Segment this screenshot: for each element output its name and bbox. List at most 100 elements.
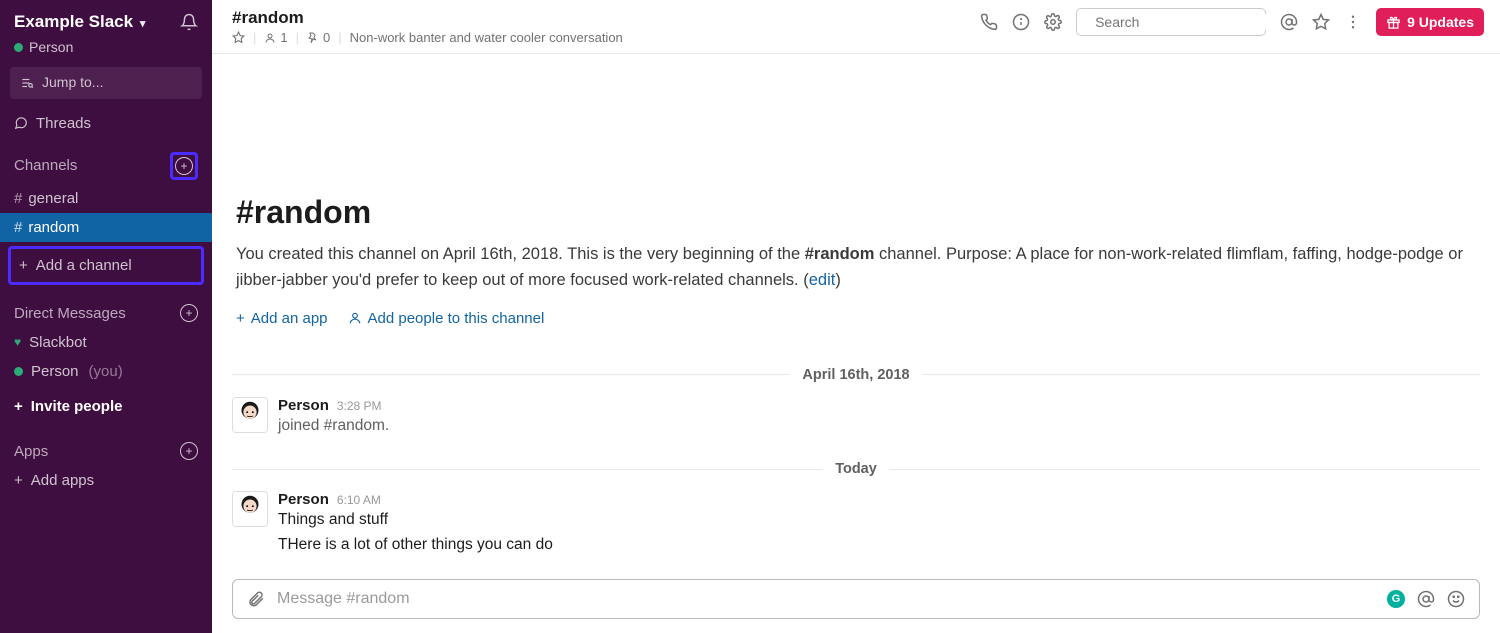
- updates-label: 9 Updates: [1407, 14, 1474, 30]
- add-channel-label: Add a channel: [36, 255, 132, 276]
- bell-icon[interactable]: [180, 13, 198, 31]
- separator: |: [296, 30, 299, 45]
- messages-container[interactable]: #random You created this channel on Apri…: [212, 54, 1500, 579]
- add-app-link[interactable]: + Add an app: [236, 310, 328, 327]
- search-input[interactable]: [1095, 14, 1276, 30]
- emoji-icon[interactable]: [1447, 590, 1465, 608]
- plus-icon: +: [19, 255, 28, 276]
- channel-name: random: [28, 217, 79, 238]
- composer-wrap: G: [212, 579, 1500, 633]
- channel-meta: | 1 | 0 | Non-work banter and water cool…: [232, 30, 623, 45]
- intro-text-prefix: You created this channel on April 16th, …: [236, 245, 805, 263]
- attachment-icon[interactable]: [247, 590, 265, 608]
- pin-count[interactable]: 0: [307, 30, 330, 45]
- intro-text: You created this channel on April 16th, …: [236, 241, 1476, 294]
- person-icon: [264, 32, 276, 44]
- separator: |: [338, 30, 341, 45]
- threads-row[interactable]: Threads: [0, 109, 212, 138]
- message-text: Things and stuff: [278, 508, 1480, 531]
- message-text: joined #random.: [278, 414, 1480, 437]
- workspace-name-text: Example Slack: [14, 12, 133, 31]
- dm-you-suffix: (you): [89, 361, 123, 382]
- message-row[interactable]: Person 6:10 AM Things and stuff THere is…: [212, 485, 1500, 563]
- sidebar-channel-random[interactable]: # random: [0, 213, 212, 242]
- search-box[interactable]: [1076, 8, 1266, 36]
- jump-to-input[interactable]: Jump to...: [10, 67, 202, 99]
- channel-title[interactable]: #random: [232, 8, 623, 28]
- presence-dot-icon: [14, 43, 23, 52]
- day-divider-label: Today: [835, 461, 877, 477]
- chevron-down-icon: ▾: [140, 18, 146, 30]
- add-channel-plus-icon[interactable]: +: [175, 157, 193, 175]
- add-app-plus-icon[interactable]: +: [180, 442, 198, 460]
- channels-header-label[interactable]: Channels: [14, 155, 77, 176]
- avatar[interactable]: [232, 397, 268, 433]
- pin-count-value: 0: [323, 30, 330, 45]
- plus-icon: +: [236, 310, 245, 327]
- plus-icon: +: [14, 396, 23, 417]
- workspace-user[interactable]: Person: [0, 38, 212, 68]
- avatar[interactable]: [232, 491, 268, 527]
- message-row[interactable]: Person 3:28 PM joined #random.: [212, 391, 1500, 443]
- dm-slackbot[interactable]: ♥ Slackbot: [0, 328, 212, 357]
- plus-icon: +: [14, 470, 23, 491]
- workspace-name[interactable]: Example Slack ▾: [14, 10, 145, 34]
- presence-dot-icon: [14, 367, 23, 376]
- invite-people-row[interactable]: + Invite people: [0, 386, 212, 427]
- hash-icon: #: [14, 188, 22, 209]
- phone-icon[interactable]: [980, 13, 998, 31]
- jump-icon: [20, 76, 34, 90]
- gear-icon[interactable]: [1044, 13, 1062, 31]
- apps-section-header: Apps +: [0, 427, 212, 466]
- avatar-icon: [233, 492, 267, 526]
- channel-topic[interactable]: Non-work banter and water cooler convers…: [350, 30, 623, 45]
- person-icon: [348, 311, 362, 325]
- intro-title: #random: [236, 194, 1476, 231]
- channel-name: general: [28, 188, 78, 209]
- add-dm-plus-icon[interactable]: +: [180, 304, 198, 322]
- member-count[interactable]: 1: [264, 30, 287, 45]
- star-outline-icon[interactable]: [1312, 13, 1330, 31]
- message-sender[interactable]: Person: [278, 491, 329, 508]
- channel-header: #random | 1 | 0 | Non-work banter and wa…: [212, 0, 1500, 54]
- edit-link[interactable]: edit: [809, 271, 836, 289]
- hash-icon: #: [14, 217, 22, 238]
- message-text: THere is a lot of other things you can d…: [278, 533, 1480, 556]
- dm-section-header: Direct Messages +: [0, 289, 212, 328]
- add-apps-row[interactable]: + Add apps: [0, 466, 212, 495]
- add-app-label: Add an app: [251, 310, 328, 327]
- dm-name: Person: [31, 361, 79, 382]
- star-icon[interactable]: [232, 31, 245, 44]
- apps-header-label[interactable]: Apps: [14, 441, 48, 462]
- threads-label: Threads: [36, 113, 91, 134]
- intro-text-suffix: ): [835, 271, 841, 289]
- workspace-user-name: Person: [29, 38, 73, 58]
- dm-name: Slackbot: [29, 332, 87, 353]
- main-area: #random | 1 | 0 | Non-work banter and wa…: [212, 0, 1500, 633]
- mention-icon[interactable]: [1280, 13, 1298, 31]
- grammarly-icon[interactable]: G: [1387, 590, 1405, 608]
- workspace-header[interactable]: Example Slack ▾: [0, 0, 212, 38]
- composer-input[interactable]: [277, 590, 1375, 608]
- add-people-label: Add people to this channel: [368, 310, 545, 327]
- more-vertical-icon[interactable]: [1344, 13, 1362, 31]
- message-sender[interactable]: Person: [278, 397, 329, 414]
- add-people-link[interactable]: Add people to this channel: [348, 310, 545, 327]
- add-channel-row[interactable]: + Add a channel: [8, 246, 204, 285]
- updates-button[interactable]: 9 Updates: [1376, 8, 1484, 36]
- day-divider-1: April 16th, 2018: [232, 367, 1480, 383]
- mention-icon[interactable]: [1417, 590, 1435, 608]
- sidebar-channel-general[interactable]: # general: [0, 184, 212, 213]
- info-icon[interactable]: [1012, 13, 1030, 31]
- dm-self[interactable]: Person (you): [0, 357, 212, 386]
- gift-icon: [1386, 15, 1401, 30]
- dm-header-label[interactable]: Direct Messages: [14, 303, 126, 324]
- message-time: 3:28 PM: [337, 399, 382, 413]
- channel-intro: #random You created this channel on Apri…: [212, 54, 1500, 349]
- threads-icon: [14, 116, 28, 130]
- day-divider-2: Today: [232, 461, 1480, 477]
- heart-icon: ♥: [14, 334, 21, 351]
- pin-icon: [307, 32, 319, 44]
- composer[interactable]: G: [232, 579, 1480, 619]
- message-time: 6:10 AM: [337, 493, 381, 507]
